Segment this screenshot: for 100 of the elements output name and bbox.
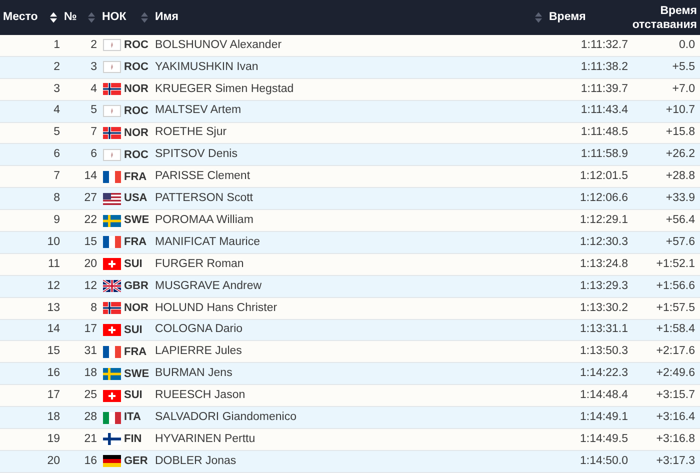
time-cell-text: 1:13:30.2 [579,300,629,316]
gap-cell-text: +2:49.6 [655,366,696,382]
time-cell-text: 1:11:43.4 [580,103,629,118]
gap-cell-text: +1:56.6 [655,278,696,294]
place-cell-text: 14 [46,322,60,338]
sort-icon[interactable] [50,12,57,23]
gap-cell-text: 0.0 [678,38,696,53]
place-cell-text: 2 [52,60,60,75]
time-cell-text: 1:14:49.5 [579,432,629,447]
name-cell-text: COLOGNA Dario [155,322,244,338]
place-cell-text: 9 [52,212,60,228]
name-cell-text: ROETHE Sjur [155,125,228,140]
column-header[interactable]: Имя [155,8,178,26]
gap-cell-text: +2:17.6 [655,344,696,360]
bib-cell-text: 8 [90,300,97,316]
place-cell-text: 16 [46,366,60,382]
name-cell-text: SPITSOV Denis [155,147,238,162]
place-cell-text: 10 [46,234,60,250]
bib-cell-text: 5 [90,103,97,118]
bib-cell-text: 14 [83,169,97,184]
time-cell-text: 1:12:29.1 [579,212,629,228]
noc-cell-text: SUI [124,388,142,404]
noc-cell-text: ROC [124,104,148,119]
place-cell-text: 7 [52,169,60,184]
bib-cell-text: 28 [83,410,97,425]
time-cell-text: 1:12:30.3 [579,234,629,250]
gap-cell-text: +3:17.3 [655,454,696,469]
gap-cell-text: +3:16.8 [655,432,696,447]
noc-cell-text: SUI [124,322,142,338]
time-cell-text: 1:14:22.3 [579,366,629,382]
name-cell-text: HYVARINEN Perttu [155,432,256,447]
noc-cell-text: GBR [124,278,148,294]
gap-cell-text: +3:15.7 [655,388,696,404]
column-header[interactable]: № [64,8,77,26]
time-cell-text: 1:14:49.1 [579,410,629,425]
bib-cell-text: 7 [90,125,97,140]
bib-cell-text: 16 [83,454,97,469]
name-cell-text: BOLSHUNOV Alexander [155,38,283,53]
name-cell-text: MANIFICAT Maurice [155,234,262,250]
bib-cell-text: 27 [83,191,97,206]
time-cell-text: 1:13:31.1 [579,322,629,338]
time-cell-text: 1:12:06.6 [579,191,629,206]
noc-cell-text: ROC [124,148,148,163]
gap-cell-text: +10.7 [664,103,696,118]
place-cell-text: 11 [47,256,60,272]
bib-cell-text: 3 [90,60,97,75]
name-cell-text: LAPIERRE Jules [155,344,243,360]
time-cell-text: 1:11:32.7 [580,38,629,53]
gap-cell-text: +28.8 [664,169,696,184]
name-cell-text: HOLUND Hans Christer [155,300,278,316]
place-cell-text: 13 [46,300,60,316]
column-header[interactable]: Время отставания [631,4,697,32]
time-cell-text: 1:11:38.2 [580,60,629,75]
name-cell-text: PARISSE Clement [155,169,252,184]
name-cell-text: BURMAN Jens [155,366,234,382]
bib-cell-text: 21 [83,432,97,447]
gap-cell-text: +5.5 [671,60,696,75]
bib-cell-text: 18 [83,366,97,382]
name-cell-text: FURGER Roman [155,256,245,272]
place-cell-text: 6 [52,147,60,162]
noc-cell-text: FRA [124,344,147,360]
gap-cell-text: +15.8 [664,125,696,140]
time-cell-text: 1:12:01.5 [579,169,629,184]
place-cell-text: 18 [46,410,60,425]
time-cell-text: 1:14:50.0 [579,454,629,469]
time-cell-text: 1:11:39.7 [580,82,629,97]
time-cell-text: 1:11:48.5 [580,125,629,140]
place-cell-text: 8 [52,191,60,206]
bib-cell-text: 17 [83,322,97,338]
place-cell-text: 5 [52,125,60,140]
noc-cell-text: FRA [124,170,147,185]
place-cell-text: 12 [46,278,60,294]
time-cell-text: 1:13:29.3 [579,278,629,294]
place-cell-text: 17 [46,388,60,404]
column-header[interactable]: НОК [102,8,126,26]
time-cell-text: 1:13:50.3 [579,344,629,360]
noc-cell-text: USA [124,191,148,206]
noc-cell-text: ROC [124,38,148,54]
column-header[interactable]: Место [3,8,38,26]
gap-cell-text: +57.6 [664,234,696,250]
time-cell-text: 1:14:48.4 [579,388,629,404]
noc-cell-text: NOR [124,82,148,97]
bib-cell-text: 6 [90,147,97,162]
gap-cell-text: +33.9 [664,191,696,206]
bib-cell-text: 15 [83,234,97,250]
bib-cell-text: 20 [83,256,97,272]
name-cell-text: YAKIMUSHKIN Ivan [155,60,260,75]
column-header[interactable]: Время [549,8,586,26]
noc-cell-text: FRA [124,235,147,250]
gap-cell-text: +1:58.4 [655,322,696,338]
noc-cell-text: SWE [124,366,150,382]
place-cell-text: 20 [46,454,60,469]
bib-cell-text: 25 [83,388,97,404]
name-cell-text: MALTSEV Artem [155,103,242,118]
name-cell-text: POROMAA William [155,212,254,228]
noc-cell-text: ROC [124,60,148,76]
noc-cell-text: NOR [124,126,148,141]
name-cell-text: SALVADORI Giandomenico [155,410,298,425]
bib-cell-text: 12 [83,278,97,294]
gap-cell-text: +1:52.1 [655,256,696,272]
